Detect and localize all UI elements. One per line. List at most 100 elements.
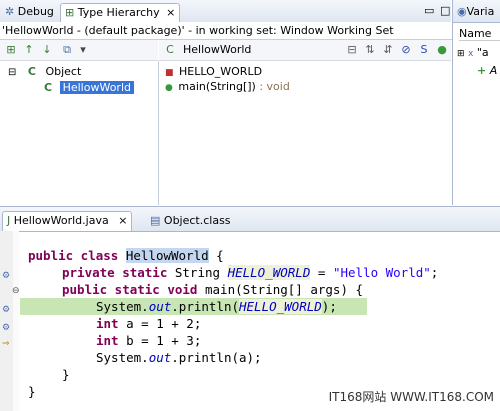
hierarchy-icon: ⊞ xyxy=(65,6,75,19)
code-text: b = 1 + 3; xyxy=(118,333,202,348)
field-reference: out xyxy=(148,299,172,314)
field-reference: HELLO_WORLD xyxy=(239,299,322,314)
member-item-hello-world[interactable]: ■ HELLO_WORLD xyxy=(165,65,262,78)
members-header: HellowWorld xyxy=(183,43,252,56)
hierarchy-toolbar: ⊞ ↑ ↓ ⧉ ▾ xyxy=(0,40,158,61)
lock-view-icon[interactable]: ⊟ xyxy=(345,43,359,57)
code-line[interactable]: } xyxy=(62,366,70,383)
hierarchy-tree: ⊟ C Object C HellowWorld xyxy=(0,61,159,205)
code-text: ; xyxy=(430,265,439,280)
code-line[interactable]: System.out.println(a); xyxy=(96,349,262,366)
tab-object-class[interactable]: ▤ Object.class xyxy=(146,212,235,230)
close-icon[interactable]: × xyxy=(118,214,127,227)
member-name: main(String[]) xyxy=(178,80,256,93)
member-name: HELLO_WORLD xyxy=(179,65,263,78)
field-reference: HELLO_WORLD xyxy=(227,265,311,280)
variables-row-label: "a xyxy=(476,46,489,59)
show-inherited-icon[interactable]: ⇅ xyxy=(363,43,377,57)
variables-row[interactable]: ⊞ x "a xyxy=(457,46,489,59)
variables-row-label: A xyxy=(489,64,498,77)
history-icon[interactable]: ⧉ xyxy=(60,43,74,57)
variables-icon: ◉ xyxy=(457,5,467,18)
view-tab-bar: ✲ Debug ⊞ Type Hierarchy × ▭ □ xyxy=(0,0,451,23)
code-line[interactable]: public static void main(String[] args) { xyxy=(62,281,363,298)
breakpoint-marker-icon[interactable]: ⚙ xyxy=(2,305,10,315)
debug-pointer-icon: ⇒ xyxy=(2,339,10,349)
java-file-icon: J xyxy=(7,214,11,227)
supertype-hierarchy-icon[interactable]: ↑ xyxy=(22,43,36,57)
hide-static-icon[interactable]: S xyxy=(417,43,431,57)
tab-label: HellowWorld.java xyxy=(13,214,109,227)
tree-item-label: Object xyxy=(45,65,82,78)
tree-item-label: HellowWorld xyxy=(59,81,134,94)
keyword: int xyxy=(96,316,119,331)
close-icon[interactable]: × xyxy=(166,6,175,19)
editor-tab-bar: J HellowWorld.java × ▤ Object.class xyxy=(0,206,500,232)
keyword: public static void xyxy=(62,282,198,297)
class-name: HellowWorld xyxy=(125,248,209,263)
tab-label: Object.class xyxy=(163,214,231,227)
expand-icon[interactable]: ⊞ xyxy=(457,49,465,59)
subtype-hierarchy-icon[interactable]: ↓ xyxy=(40,43,54,57)
code-text: System. xyxy=(96,299,149,314)
code-text: { xyxy=(208,248,224,263)
tab-debug[interactable]: ✲ Debug xyxy=(1,3,58,21)
code-text: .println(a); xyxy=(171,350,262,365)
code-line[interactable]: int a = 1 + 2; xyxy=(96,315,201,332)
minimize-icon: ▭ xyxy=(424,4,435,17)
string-literal: "Hello World" xyxy=(332,265,431,280)
code-line[interactable]: System.out.println(HELLO_WORLD); xyxy=(96,298,337,315)
field-reference: out xyxy=(148,350,172,365)
collapse-icon[interactable]: ⊟ xyxy=(8,67,16,78)
code-text: String xyxy=(167,265,228,280)
breakpoint-marker-icon[interactable]: ⚙ xyxy=(2,323,10,333)
keyword: private static xyxy=(62,265,168,280)
variables-column-header[interactable]: Name xyxy=(459,27,500,41)
tree-item-hellowworld[interactable]: C HellowWorld xyxy=(44,81,134,94)
member-item-main[interactable]: ● main(String[]) : void xyxy=(165,80,290,93)
keyword: int xyxy=(96,333,119,348)
tab-variables[interactable]: ◉Varia xyxy=(453,3,498,21)
folding-ruler: ⊖ xyxy=(12,231,20,411)
tab-hellowworld-java[interactable]: J HellowWorld.java × xyxy=(2,211,133,231)
class-file-icon: ▤ xyxy=(150,214,161,227)
tab-debug-label: Debug xyxy=(17,5,54,18)
code-text: main(String[] args) { xyxy=(197,282,364,297)
code-text: = xyxy=(310,265,333,280)
breakpoint-marker-icon[interactable]: ⚙ xyxy=(2,271,10,281)
hierarchy-status: 'HellowWorld - (default package)' - in w… xyxy=(0,22,453,40)
add-icon: + xyxy=(477,64,487,77)
code-text: a = 1 + 2; xyxy=(118,316,202,331)
keyword: public class xyxy=(28,248,119,263)
variables-row[interactable]: + A xyxy=(477,64,497,77)
hide-nonpublic-icon[interactable]: ● xyxy=(435,43,449,57)
code-text: .println( xyxy=(171,299,239,314)
code-text: ); xyxy=(321,299,337,314)
code-text: System. xyxy=(96,350,149,365)
method-icon: ● xyxy=(165,83,173,93)
variables-tab-bar: ◉Varia xyxy=(453,0,500,23)
code-line[interactable]: private static String HELLO_WORLD = "Hel… xyxy=(62,264,438,281)
dropdown-chevron-icon[interactable]: ▾ xyxy=(76,43,90,57)
members-toolbar: C HellowWorld ⊟ ⇅ ⇵ ⊘ S ● xyxy=(159,40,451,61)
field-icon: ■ xyxy=(165,68,174,78)
sort-members-icon[interactable]: ⇵ xyxy=(381,43,395,57)
code-line[interactable]: public class HellowWorld { xyxy=(28,247,224,264)
class-icon: C xyxy=(27,65,36,78)
editor-gutter: ⚙ ⚙ ⚙ ⇒ xyxy=(0,231,14,411)
hide-fields-icon[interactable]: ⊘ xyxy=(399,43,413,57)
variables-view: ◉Varia Name ⊞ x "a + A xyxy=(452,0,500,205)
code-line[interactable]: int b = 1 + 3; xyxy=(96,332,201,349)
type-hierarchy-icon[interactable]: ⊞ xyxy=(4,43,18,57)
fold-icon[interactable]: ⊖ xyxy=(12,286,20,296)
tab-variables-label: Varia xyxy=(466,5,495,18)
members-list: ■ HELLO_WORLD ● main(String[]) : void xyxy=(159,61,451,205)
tab-type-hierarchy[interactable]: ⊞ Type Hierarchy × xyxy=(60,3,181,22)
debug-icon: ✲ xyxy=(5,5,15,18)
class-icon: C xyxy=(166,43,174,56)
tree-item-object[interactable]: ⊟ C Object xyxy=(8,65,81,78)
watermark: IT168网站 WWW.IT168.COM xyxy=(328,390,494,404)
maximize-icon: □ xyxy=(440,4,451,17)
code-text: } xyxy=(62,367,70,382)
code-line[interactable]: } xyxy=(28,383,36,400)
